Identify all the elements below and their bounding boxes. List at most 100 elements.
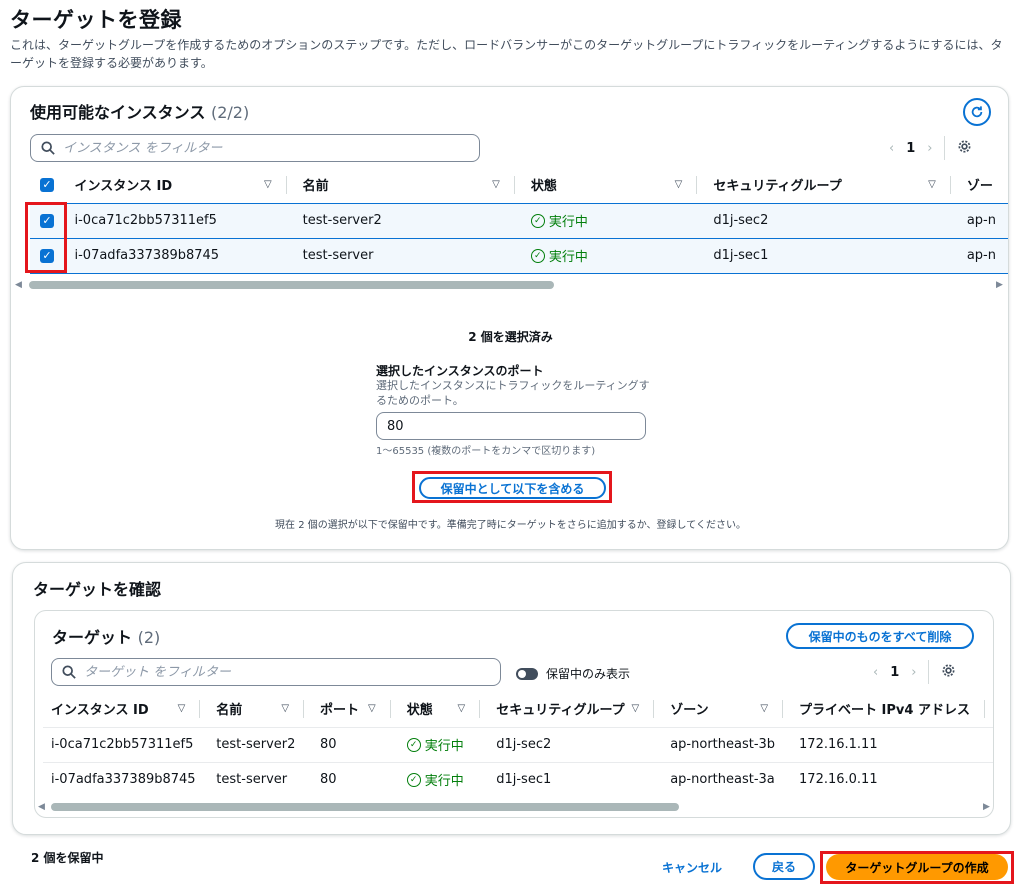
sort-icon: ▽ <box>457 703 466 715</box>
settings-gear-icon[interactable] <box>941 663 956 682</box>
zone: ap-n <box>958 237 1008 274</box>
table-row[interactable]: ✓ i-07adfa337389b8745 test-server ✓ 実行中 d… <box>30 237 1008 274</box>
toggle-switch[interactable] <box>516 667 538 680</box>
next-page-icon[interactable]: › <box>911 665 916 680</box>
selected-count: 2 個を選択済み <box>468 330 553 344</box>
scroll-left-icon[interactable]: ◀ <box>38 802 45 812</box>
scroll-left-icon[interactable]: ◀ <box>15 280 22 290</box>
security-group: d1j-sec1 <box>705 237 959 274</box>
search-icon <box>41 141 55 155</box>
search-icon <box>62 665 76 679</box>
sort-icon: ▽ <box>760 703 769 715</box>
status-badge: ✓ 実行中 <box>406 770 464 789</box>
status-badge: ✓ 実行中 <box>530 246 588 265</box>
select-all-cell: ✓ <box>30 167 67 203</box>
col-security-group[interactable]: セキュリティグループ ▽ <box>488 691 662 727</box>
target-filter[interactable] <box>51 658 501 686</box>
zone: ap-northeast-3b <box>662 726 792 762</box>
highlight-include-button <box>412 471 612 503</box>
col-zone[interactable]: ゾーン ▽ <box>662 691 791 727</box>
security-group: d1j-sec2 <box>705 202 959 239</box>
security-group: d1j-sec1 <box>488 761 663 797</box>
instance-name: test-server <box>294 237 523 274</box>
refresh-button[interactable] <box>963 98 991 126</box>
pending-count: 2 個を保留中 <box>31 851 104 865</box>
available-instances-heading: 使用可能なインスタンス (2/2) <box>30 99 249 123</box>
port-description-2: るためのポート。 <box>376 394 464 407</box>
col-name[interactable]: 名前 ▽ <box>295 167 523 203</box>
check-circle-icon: ✓ <box>530 248 545 263</box>
cancel-button[interactable]: キャンセル <box>662 859 722 876</box>
pending-only-toggle[interactable]: 保留中のみ表示 <box>516 665 630 682</box>
instance-name: test-server2 <box>294 202 523 239</box>
zone: ap-n <box>958 202 1008 239</box>
instances-table: ✓ インスタンス ID ▽ 名前 ▽ 状態 ▽ セキュリティグループ ▽ ゾー ✓ i-… <box>30 167 1008 274</box>
port-input[interactable]: 80 <box>376 412 646 440</box>
port-description-1: 選択したインスタンスにトラフィックをルーティングす <box>376 379 650 392</box>
col-instance-id[interactable]: インスタンス ID ▽ <box>67 167 295 203</box>
private-ip: 172.16.1.11 <box>791 726 993 762</box>
instance-id: i-07adfa337389b8745 <box>43 761 209 797</box>
target-filter-input[interactable] <box>84 664 464 680</box>
col-state[interactable]: 状態 ▽ <box>523 167 706 203</box>
next-page-icon[interactable]: › <box>927 141 932 156</box>
check-circle-icon: ✓ <box>406 772 421 787</box>
table-row[interactable]: ✓ i-0ca71c2bb57311ef5 test-server2 ✓ 実行中 … <box>30 202 1008 239</box>
targets-header-row: インスタンス ID ▽ 名前 ▽ ポート ▽ 状態 ▽ セキュリティグループ ▽ ゾーン ▽… <box>43 691 993 727</box>
sort-icon: ▽ <box>177 703 186 715</box>
col-private-ip[interactable]: プライベート IPv4 アドレス <box>791 691 993 727</box>
highlight-checkboxes <box>25 202 67 273</box>
target-pagination: ‹ 1 › <box>873 658 956 686</box>
port-label: 選択したインスタンスのポート <box>376 364 544 378</box>
sort-icon: ▽ <box>263 179 272 191</box>
prev-page-icon[interactable]: ‹ <box>889 141 894 156</box>
sort-icon: ▽ <box>674 179 683 191</box>
sort-icon: ▽ <box>928 179 936 191</box>
targets-table: インスタンス ID ▽ 名前 ▽ ポート ▽ 状態 ▽ セキュリティグループ ▽ ゾーン ▽… <box>43 691 993 797</box>
instance-filter-input[interactable] <box>63 140 443 156</box>
check-circle-icon: ✓ <box>406 737 421 752</box>
security-group: d1j-sec2 <box>488 726 663 762</box>
pending-note: 現在 2 個の選択が以下で保留中です。準備完了時にターゲットをさらに追加するか、… <box>275 520 746 531</box>
port: 80 <box>312 726 399 762</box>
settings-gear-icon[interactable] <box>957 139 972 158</box>
page-description: これは、ターゲットグループを作成するためのオプションのステップです。ただし、ロー… <box>10 38 1003 70</box>
horizontal-scrollbar[interactable] <box>51 803 679 811</box>
private-ip: 172.16.0.11 <box>791 761 993 797</box>
page-number[interactable]: 1 <box>890 665 899 680</box>
instance-id: i-0ca71c2bb57311ef5 <box>43 726 209 762</box>
targets-container: ターゲット (2) 保留中のものをすべて削除 保留中のみ表示 ‹ 1 › インス… <box>34 610 994 818</box>
col-zone[interactable]: ゾー <box>959 167 1008 203</box>
col-instance-id[interactable]: インスタンス ID ▽ <box>43 691 208 727</box>
page-number[interactable]: 1 <box>906 141 915 156</box>
remove-all-pending-button[interactable]: 保留中のものをすべて削除 <box>786 623 974 649</box>
col-name[interactable]: 名前 ▽ <box>208 691 312 727</box>
select-all-checkbox[interactable]: ✓ <box>40 177 54 192</box>
back-button[interactable]: 戻る <box>753 853 815 880</box>
targets-count: (2) <box>137 628 161 647</box>
available-instances-count: (2/2) <box>210 103 250 122</box>
port-hint: 1〜65535 (複数のポートをカンマで区切ります) <box>376 446 596 457</box>
prev-page-icon[interactable]: ‹ <box>873 665 878 680</box>
instance-filter[interactable] <box>30 134 480 162</box>
sort-icon: ▽ <box>281 703 290 715</box>
instance-id: i-0ca71c2bb57311ef5 <box>66 202 295 239</box>
table-row: i-07adfa337389b8745 test-server 80 ✓ 実行中 … <box>43 761 993 797</box>
port: 80 <box>312 761 399 797</box>
check-circle-icon: ✓ <box>530 213 545 228</box>
sort-icon: ▽ <box>631 703 640 715</box>
col-security-group[interactable]: セキュリティグループ ▽ <box>705 167 959 203</box>
highlight-create-button <box>820 851 1014 884</box>
table-row: i-0ca71c2bb57311ef5 test-server2 80 ✓ 実行中… <box>43 726 993 762</box>
scroll-right-icon[interactable]: ▶ <box>996 280 1003 290</box>
col-port[interactable]: ポート ▽ <box>312 691 399 727</box>
status-badge: ✓ 実行中 <box>530 211 588 230</box>
horizontal-scrollbar[interactable] <box>29 281 554 289</box>
sort-icon: ▽ <box>367 703 376 715</box>
scroll-right-icon[interactable]: ▶ <box>983 802 990 812</box>
toggle-label: 保留中のみ表示 <box>546 667 631 681</box>
instances-header-row: ✓ インスタンス ID ▽ 名前 ▽ 状態 ▽ セキュリティグループ ▽ ゾー <box>30 167 1008 203</box>
sort-icon: ▽ <box>492 179 500 191</box>
zone: ap-northeast-3a <box>662 761 792 797</box>
col-state[interactable]: 状態 ▽ <box>399 691 489 727</box>
